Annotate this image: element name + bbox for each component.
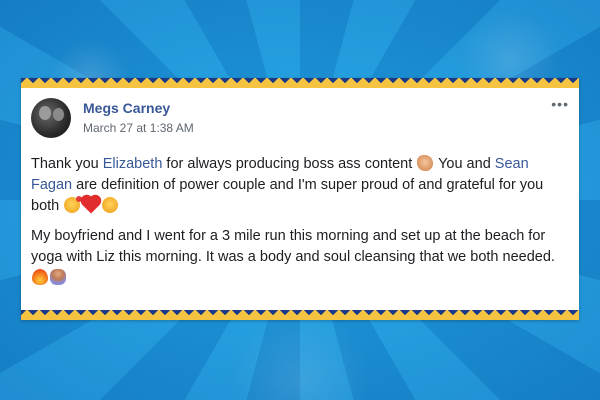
post-author-name[interactable]: Megs Carney: [83, 100, 170, 116]
smiling-face-with-hearts-emoji-icon: [64, 196, 83, 213]
face-blowing-kiss-emoji-icon: [102, 197, 119, 213]
decorative-border-top: [21, 78, 579, 88]
facebook-post-card: Megs Carney March 27 at 1:38 AM ••• Than…: [21, 78, 579, 320]
post-paragraph-1: Thank you Elizabeth for always producing…: [31, 154, 567, 217]
more-options-icon[interactable]: •••: [551, 96, 569, 112]
post-timestamp[interactable]: March 27 at 1:38 AM: [83, 121, 194, 135]
avatar[interactable]: [31, 98, 71, 138]
text-segment: for always producing boss ass content: [162, 156, 417, 172]
red-heart-emoji-icon: [82, 196, 100, 214]
fire-emoji-icon: [32, 269, 48, 285]
post-body: Thank you Elizabeth for always producing…: [31, 154, 567, 298]
mention-elizabeth[interactable]: Elizabeth: [103, 156, 163, 172]
text-segment: Thank you: [31, 156, 103, 172]
text-segment: You and: [434, 156, 495, 172]
person-in-lotus-position-emoji-icon: [50, 269, 66, 285]
post-paragraph-2: My boyfriend and I went for a 3 mile run…: [31, 226, 567, 289]
clapping-hands-emoji-icon: [417, 155, 434, 171]
decorative-border-bottom: [21, 310, 579, 320]
text-segment: My boyfriend and I went for a 3 mile run…: [31, 228, 555, 265]
